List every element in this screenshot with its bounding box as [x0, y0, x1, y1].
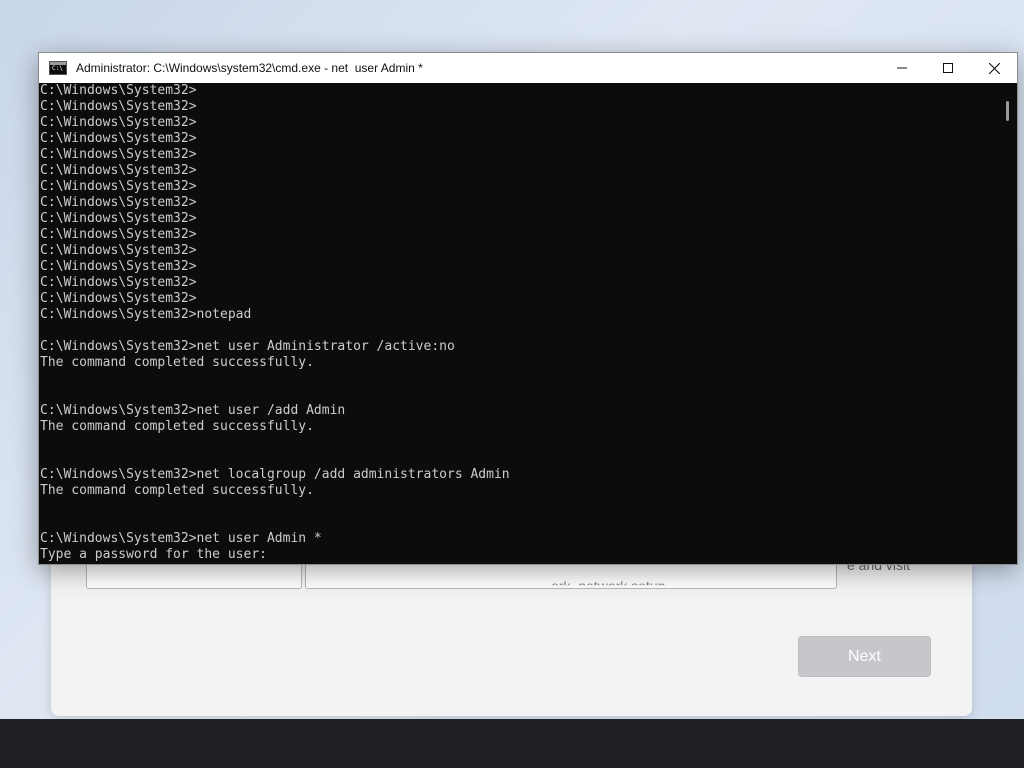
vertical-scrollbar[interactable] — [1000, 83, 1017, 564]
title-bar[interactable]: C:\ Administrator: C:\Windows\system32\c… — [39, 53, 1017, 83]
console-line: C:\Windows\System32> — [40, 291, 197, 306]
console-line: C:\Windows\System32>net user Administrat… — [40, 339, 455, 354]
window-title: Administrator: C:\Windows\system32\cmd.e… — [76, 61, 423, 75]
console-line: C:\Windows\System32> — [40, 163, 197, 178]
console-line: The command completed successfully. — [40, 483, 314, 498]
console-line: Type a password for the user: — [40, 547, 267, 562]
console-line: C:\Windows\System32> — [40, 275, 197, 290]
scrollbar-thumb[interactable] — [1006, 101, 1009, 121]
console-line: C:\Windows\System32> — [40, 211, 197, 226]
console-line: C:\Windows\System32> — [40, 179, 197, 194]
console-line: C:\Windows\System32> — [40, 115, 197, 130]
minimize-button[interactable] — [879, 53, 925, 83]
console-line: C:\Windows\System32> — [40, 83, 197, 98]
window-controls — [879, 53, 1017, 83]
cmd-window[interactable]: C:\ Administrator: C:\Windows\system32\c… — [38, 52, 1018, 565]
console-line: C:\Windows\System32> — [40, 227, 197, 242]
console-line: C:\Windows\System32>net user Admin * — [40, 531, 322, 546]
console-line: C:\Windows\System32>net localgroup /add … — [40, 467, 510, 482]
close-icon — [988, 62, 1000, 74]
console-line: The command completed successfully. — [40, 419, 314, 434]
setup-input-left[interactable] — [86, 562, 302, 589]
console-line: C:\Windows\System32> — [40, 243, 197, 258]
maximize-button[interactable] — [925, 53, 971, 83]
console-line: C:\Windows\System32> — [40, 131, 197, 146]
close-button[interactable] — [971, 53, 1017, 83]
console-line: C:\Windows\System32> — [40, 147, 197, 162]
console-line: C:\Windows\System32>notepad — [40, 307, 252, 322]
console-line: C:\Windows\System32> — [40, 259, 197, 274]
console-line: C:\Windows\System32> — [40, 99, 197, 114]
next-button[interactable]: Next — [798, 636, 931, 677]
taskbar — [0, 719, 1024, 768]
console-line: C:\Windows\System32> — [40, 195, 197, 210]
maximize-icon — [943, 63, 953, 73]
console-line: C:\Windows\System32>net user /add Admin — [40, 403, 346, 418]
console-line: The command completed successfully. — [40, 355, 314, 370]
cmd-icon: C:\ — [49, 61, 67, 75]
console-output[interactable]: C:\Windows\System32> C:\Windows\System32>… — [39, 83, 999, 564]
minimize-icon — [897, 67, 907, 69]
